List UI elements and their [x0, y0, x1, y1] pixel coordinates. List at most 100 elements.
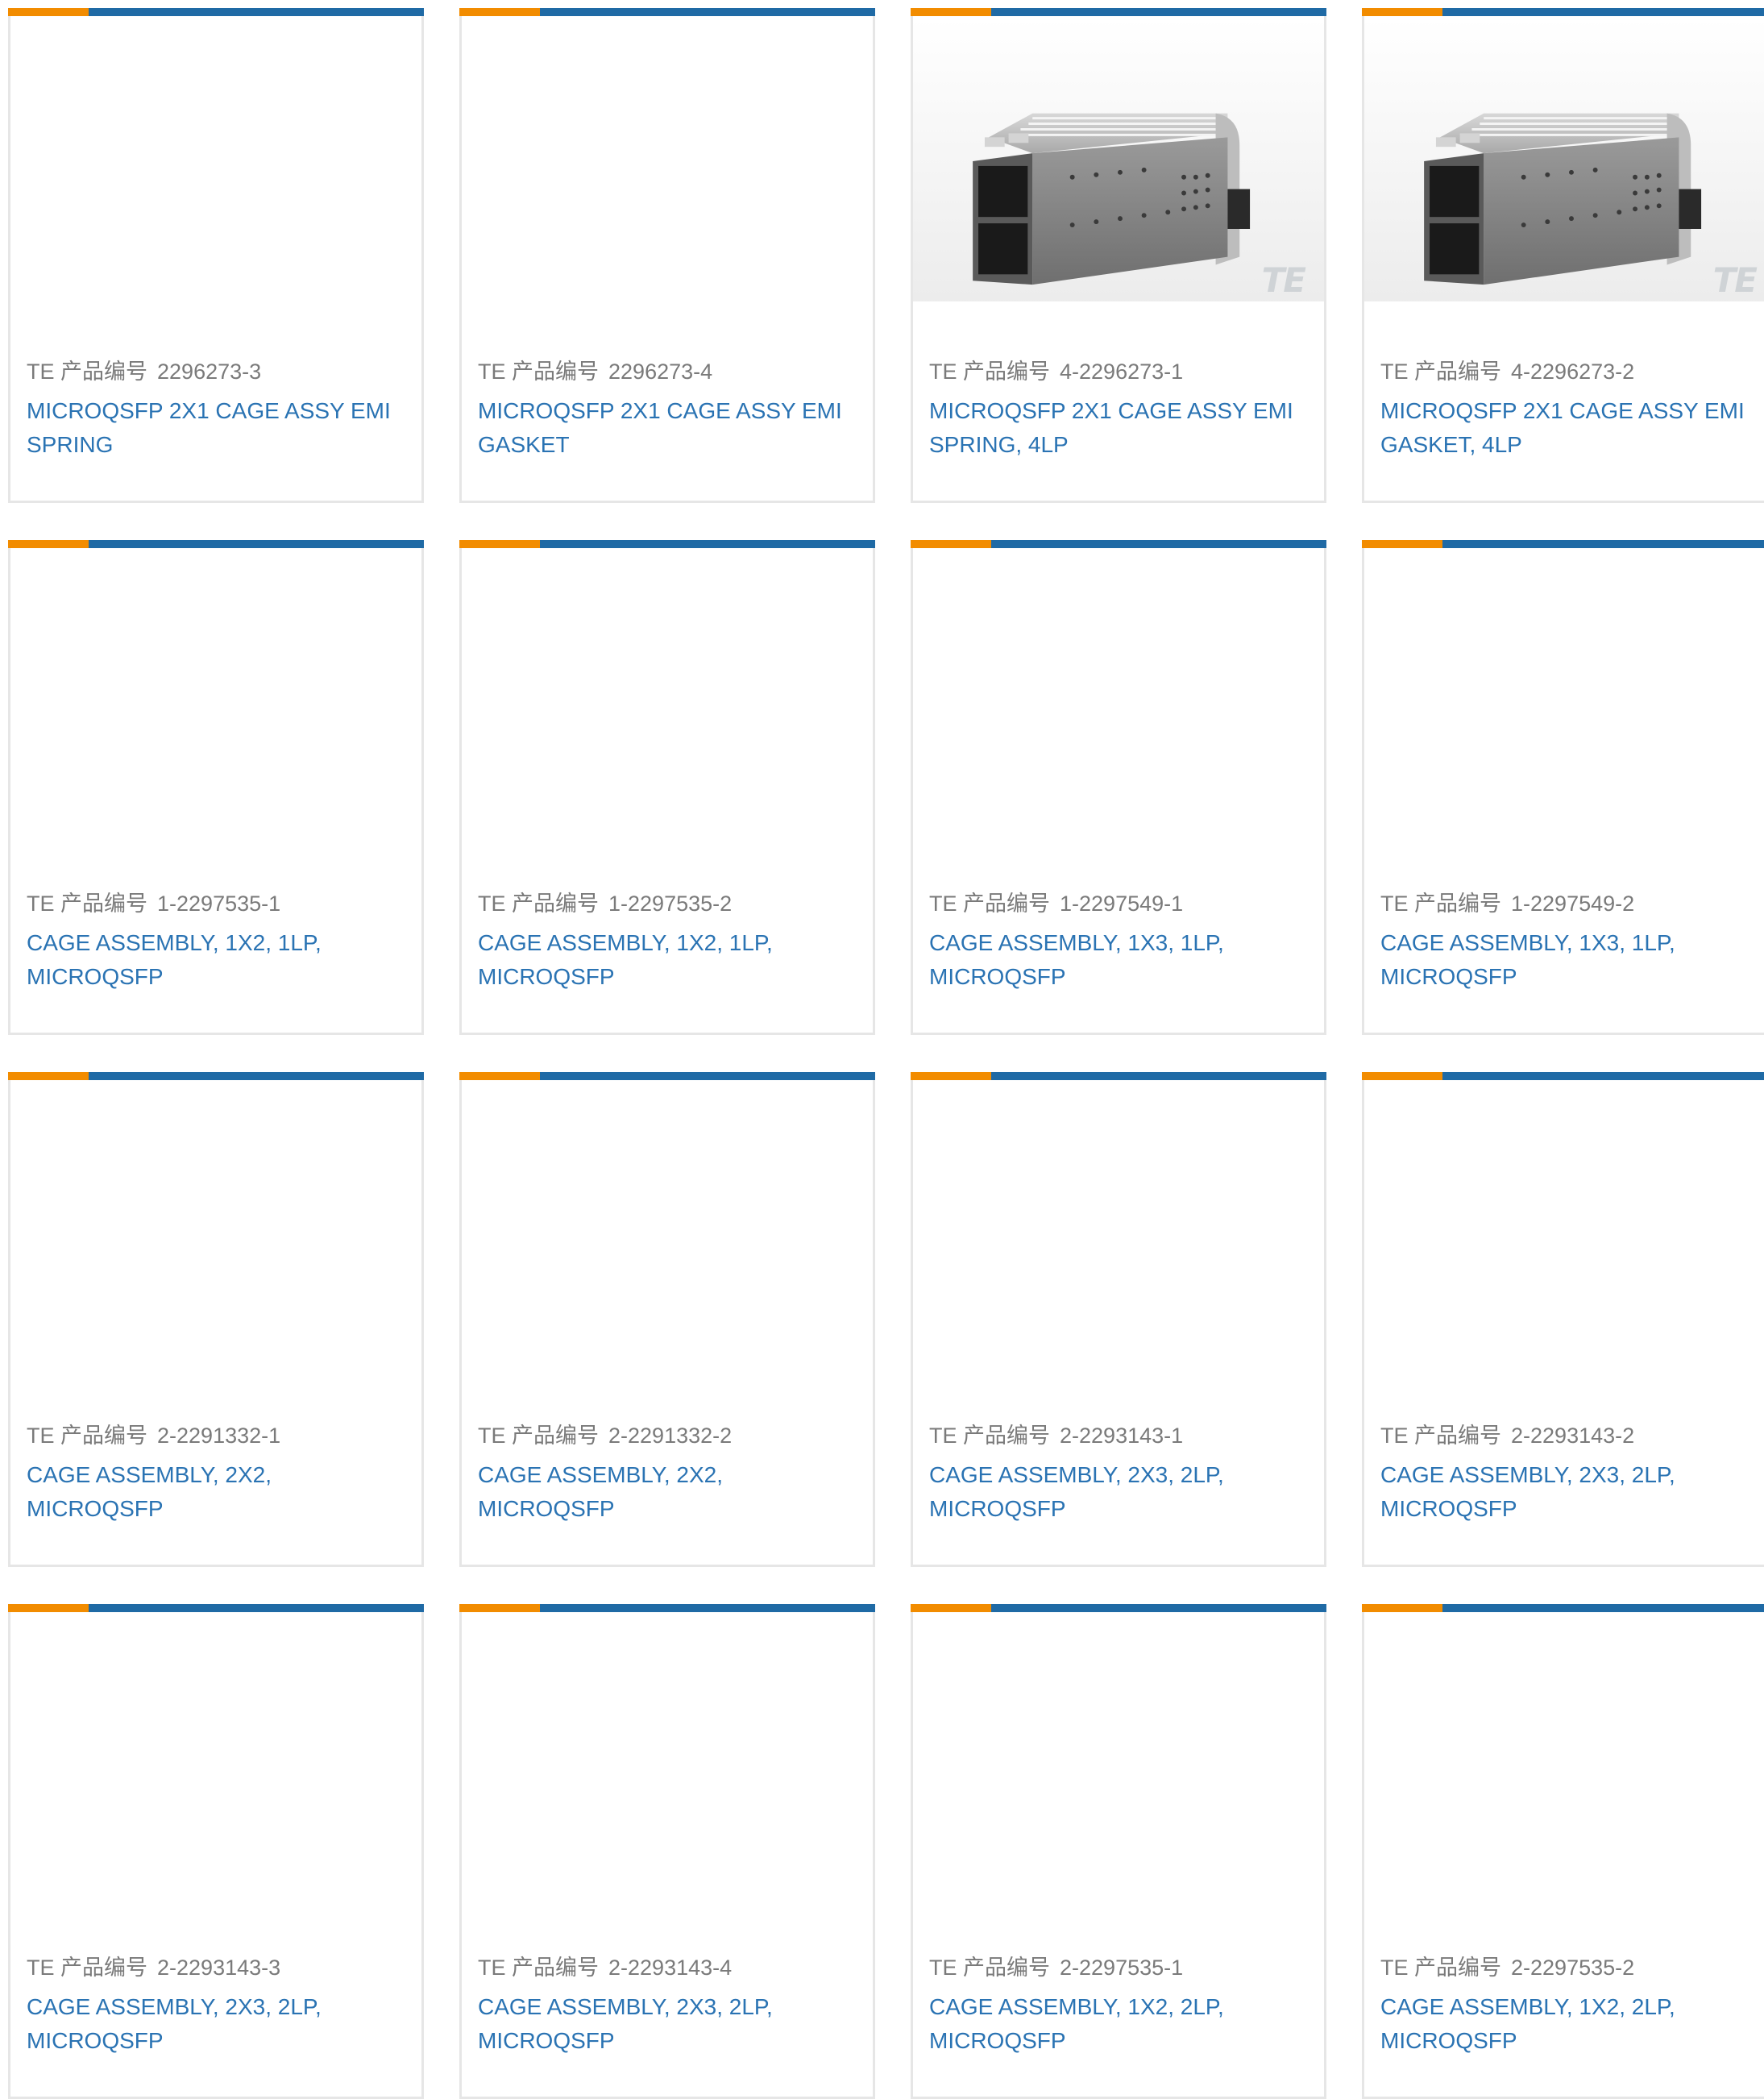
product-image-area[interactable] — [913, 1612, 1324, 1899]
product-description-link[interactable]: CAGE ASSEMBLY, 2X2, MICROQSFP — [27, 1458, 405, 1526]
product-image-area[interactable] — [462, 548, 873, 835]
product-description-link[interactable]: CAGE ASSEMBLY, 2X3, 2LP, MICROQSFP — [27, 1990, 405, 2058]
card-accent-orange — [8, 1072, 89, 1080]
product-card[interactable]: TE 产品编号 2-2297535-1 CAGE ASSEMBLY, 1X2, 2L… — [911, 1604, 1326, 2099]
part-number-label: TE 产品编号 — [27, 1424, 148, 1448]
card-accent-bar — [1362, 8, 1764, 16]
product-image-area[interactable] — [913, 1080, 1324, 1367]
card-accent-orange — [911, 8, 991, 16]
product-image-area[interactable] — [1364, 1612, 1764, 1899]
product-description-link[interactable]: CAGE ASSEMBLY, 1X3, 1LP, MICROQSFP — [1380, 926, 1759, 994]
product-image-area[interactable] — [1364, 548, 1764, 835]
product-description-link[interactable]: CAGE ASSEMBLY, 1X2, 1LP, MICROQSFP — [27, 926, 405, 994]
product-image-area[interactable] — [10, 1080, 421, 1367]
part-number-label: TE 产品编号 — [27, 1956, 148, 1980]
part-number-label: TE 产品编号 — [27, 892, 148, 916]
card-accent-orange — [459, 540, 540, 548]
product-image-area[interactable] — [913, 548, 1324, 835]
product-image-area[interactable] — [1364, 1080, 1764, 1367]
card-accent-bar — [911, 540, 1326, 548]
part-number: TE 产品编号 2-2297535-2 — [1380, 1953, 1634, 1982]
product-grid: TE 产品编号 2296273-3 MICROQSFP 2X1 CAGE ASSY … — [0, 0, 1764, 2099]
product-card[interactable]: TE 产品编号 2-2291332-2 CAGE ASSEMBLY, 2X2, MI… — [459, 1072, 875, 1567]
part-number-value: 2296273-4 — [608, 360, 713, 384]
product-image-area[interactable] — [462, 1612, 873, 1899]
product-card[interactable]: TE 产品编号 2296273-4 MICROQSFP 2X1 CAGE ASSY … — [459, 8, 875, 503]
product-description-link[interactable]: CAGE ASSEMBLY, 2X3, 2LP, MICROQSFP — [1380, 1458, 1759, 1526]
product-description-link[interactable]: CAGE ASSEMBLY, 2X2, MICROQSFP — [478, 1458, 857, 1526]
part-number-value: 1-2297549-1 — [1060, 892, 1184, 916]
part-number-value: 2-2297535-2 — [1511, 1956, 1635, 1980]
product-description-link[interactable]: MICROQSFP 2X1 CAGE ASSY EMI GASKET — [478, 394, 857, 462]
part-number: TE 产品编号 4-2296273-1 — [929, 357, 1183, 386]
product-description-link[interactable]: MICROQSFP 2X1 CAGE ASSY EMI SPRING, 4LP — [929, 394, 1308, 462]
card-accent-bar — [459, 540, 875, 548]
product-image-area[interactable] — [462, 16, 873, 303]
product-description-link[interactable]: CAGE ASSEMBLY, 2X3, 2LP, MICROQSFP — [929, 1458, 1308, 1526]
part-number: TE 产品编号 2296273-3 — [27, 357, 261, 386]
part-number-label: TE 产品编号 — [478, 892, 600, 916]
part-number-label: TE 产品编号 — [1380, 360, 1502, 384]
product-card[interactable]: TE 产品编号 2-2293143-2 CAGE ASSEMBLY, 2X3, 2L… — [1362, 1072, 1764, 1567]
part-number-label: TE 产品编号 — [1380, 892, 1502, 916]
product-card[interactable]: TE 产品编号 2-2293143-1 CAGE ASSEMBLY, 2X3, 2L… — [911, 1072, 1326, 1567]
card-accent-orange — [911, 1604, 991, 1612]
part-number: TE 产品编号 2296273-4 — [478, 357, 712, 386]
part-number-value: 1-2297535-2 — [608, 892, 733, 916]
part-number-value: 2-2297535-1 — [1060, 1956, 1184, 1980]
product-description-link[interactable]: CAGE ASSEMBLY, 1X2, 2LP, MICROQSFP — [929, 1990, 1308, 2058]
card-accent-orange — [1362, 1604, 1442, 1612]
te-logo: TE — [1712, 260, 1758, 300]
product-card[interactable]: TE 产品编号 1-2297535-1 CAGE ASSEMBLY, 1X2, 1L… — [8, 540, 424, 1035]
product-image-area[interactable]: TE — [1364, 16, 1764, 303]
product-card[interactable]: TE 产品编号 1-2297549-2 CAGE ASSEMBLY, 1X3, 1L… — [1362, 540, 1764, 1035]
card-accent-bar — [1362, 540, 1764, 548]
part-number-value: 4-2296273-1 — [1060, 360, 1184, 384]
product-description-link[interactable]: MICROQSFP 2X1 CAGE ASSY EMI SPRING — [27, 394, 405, 462]
card-accent-orange — [1362, 540, 1442, 548]
part-number: TE 产品编号 1-2297535-2 — [478, 889, 732, 918]
part-number-label: TE 产品编号 — [929, 360, 1051, 384]
product-image-area[interactable] — [462, 1080, 873, 1367]
product-card[interactable]: TE 产品编号 1-2297535-2 CAGE ASSEMBLY, 1X2, 1L… — [459, 540, 875, 1035]
part-number-value: 2-2293143-2 — [1511, 1424, 1635, 1448]
card-accent-bar — [8, 540, 424, 548]
part-number: TE 产品编号 2-2293143-2 — [1380, 1421, 1634, 1450]
product-image-area[interactable] — [10, 1612, 421, 1899]
part-number-value: 1-2297535-1 — [157, 892, 281, 916]
product-description-link[interactable]: CAGE ASSEMBLY, 1X2, 2LP, MICROQSFP — [1380, 1990, 1759, 2058]
product-image-area[interactable]: TE — [913, 16, 1324, 303]
part-number-value: 2-2293143-1 — [1060, 1424, 1184, 1448]
product-image-area[interactable] — [10, 16, 421, 303]
part-number: TE 产品编号 1-2297535-1 — [27, 889, 280, 918]
product-card[interactable]: TE 产品编号 2-2293143-4 CAGE ASSEMBLY, 2X3, 2L… — [459, 1604, 875, 2099]
card-accent-orange — [1362, 1072, 1442, 1080]
product-card[interactable]: TE TE 产品编号 4-2296273-1 MICROQSFP 2X1 CAGE A… — [911, 8, 1326, 503]
card-accent-orange — [459, 1072, 540, 1080]
card-accent-bar — [911, 1604, 1326, 1612]
product-description-link[interactable]: MICROQSFP 2X1 CAGE ASSY EMI GASKET, 4LP — [1380, 394, 1759, 462]
card-accent-bar — [8, 1072, 424, 1080]
card-accent-orange — [1362, 8, 1442, 16]
product-description-link[interactable]: CAGE ASSEMBLY, 1X3, 1LP, MICROQSFP — [929, 926, 1308, 994]
product-card[interactable]: TE 产品编号 2-2291332-1 CAGE ASSEMBLY, 2X2, MI… — [8, 1072, 424, 1567]
product-card[interactable]: TE 产品编号 2-2297535-2 CAGE ASSEMBLY, 1X2, 2L… — [1362, 1604, 1764, 2099]
card-accent-bar — [459, 1604, 875, 1612]
part-number: TE 产品编号 2-2297535-1 — [929, 1953, 1183, 1982]
product-description-link[interactable]: CAGE ASSEMBLY, 1X2, 1LP, MICROQSFP — [478, 926, 857, 994]
product-image-area[interactable] — [10, 548, 421, 835]
card-accent-orange — [8, 1604, 89, 1612]
part-number-label: TE 产品编号 — [929, 1424, 1051, 1448]
part-number: TE 产品编号 1-2297549-2 — [1380, 889, 1634, 918]
part-number-value: 1-2297549-2 — [1511, 892, 1635, 916]
product-card[interactable]: TE 产品编号 2296273-3 MICROQSFP 2X1 CAGE ASSY … — [8, 8, 424, 503]
card-accent-bar — [1362, 1604, 1764, 1612]
card-accent-bar — [459, 1072, 875, 1080]
product-card[interactable]: TE TE 产品编号 4-2296273-2 MICROQSFP 2X1 CAGE A… — [1362, 8, 1764, 503]
part-number: TE 产品编号 2-2293143-4 — [478, 1953, 732, 1982]
product-card[interactable]: TE 产品编号 1-2297549-1 CAGE ASSEMBLY, 1X3, 1L… — [911, 540, 1326, 1035]
product-card[interactable]: TE 产品编号 2-2293143-3 CAGE ASSEMBLY, 2X3, 2L… — [8, 1604, 424, 2099]
product-description-link[interactable]: CAGE ASSEMBLY, 2X3, 2LP, MICROQSFP — [478, 1990, 857, 2058]
card-accent-orange — [911, 540, 991, 548]
part-number-label: TE 产品编号 — [1380, 1956, 1502, 1980]
